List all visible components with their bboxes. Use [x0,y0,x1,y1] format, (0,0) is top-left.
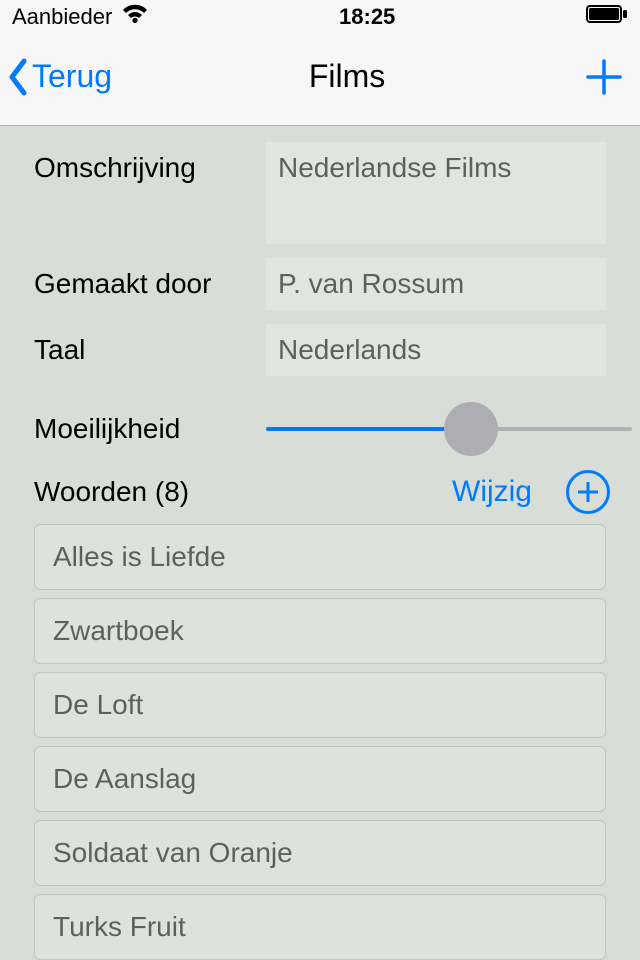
word-item[interactable]: De Aanslag [34,746,606,812]
word-item[interactable]: Soldaat van Oranje [34,820,606,886]
word-item[interactable]: Alles is Liefde [34,524,606,590]
battery-icon [586,4,628,30]
difficulty-row: Moeilijkheid [0,390,640,464]
word-item[interactable]: De Loft [34,672,606,738]
wifi-icon [122,4,148,30]
author-label: Gemaakt door [34,258,266,300]
words-header: Woorden (8) Wijzig [0,464,640,524]
content-area: Omschrijving Nederlandse Films Gemaakt d… [0,126,640,960]
language-field[interactable]: Nederlands [266,324,606,376]
word-item[interactable]: Zwartboek [34,598,606,664]
word-list: Alles is Liefde Zwartboek De Loft De Aansla… [0,524,640,960]
description-row: Omschrijving Nederlandse Films [0,142,640,254]
author-row: Gemaakt door P. van Rossum [0,258,640,320]
difficulty-label: Moeilijkheid [34,413,266,445]
plus-circle-icon [574,478,602,506]
word-item[interactable]: Turks Fruit [34,894,606,960]
nav-bar: Terug Films [0,34,640,126]
carrier-label: Aanbieder [12,4,112,30]
words-title: Woorden (8) [34,476,189,508]
description-label: Omschrijving [34,142,266,184]
description-field[interactable]: Nederlandse Films [266,142,606,244]
edit-button[interactable]: Wijzig [452,475,532,509]
page-title: Films [112,58,582,95]
difficulty-slider[interactable] [266,406,632,452]
chevron-left-icon [6,57,30,97]
back-label: Terug [32,58,112,95]
slider-thumb[interactable] [444,402,498,456]
author-field[interactable]: P. van Rossum [266,258,606,310]
status-bar: Aanbieder 18:25 [0,0,640,34]
plus-icon [585,58,623,96]
language-row: Taal Nederlands [0,324,640,386]
add-button[interactable] [582,55,626,99]
add-word-button[interactable] [566,470,610,514]
clock: 18:25 [339,4,395,30]
slider-fill [266,427,471,431]
language-label: Taal [34,324,266,366]
back-button[interactable]: Terug [6,57,112,97]
